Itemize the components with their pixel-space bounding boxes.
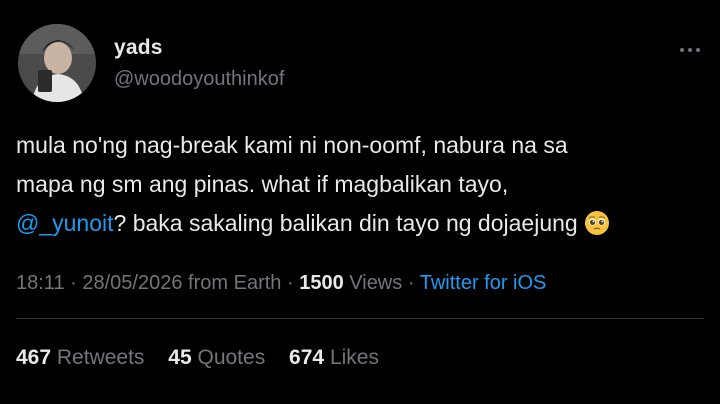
separator: ·	[407, 272, 415, 294]
quotes-count: 45	[168, 346, 192, 369]
quotes-label: Quotes	[197, 346, 266, 369]
tweet-line: mapa ng sm ang pinas. what if magbalikan…	[16, 171, 509, 197]
mention-link[interactable]: @_yunoit	[16, 210, 114, 236]
avatar[interactable]	[18, 24, 96, 102]
dot	[680, 48, 684, 52]
more-options-icon[interactable]	[680, 44, 708, 56]
client-link[interactable]: Twitter for iOS	[420, 272, 547, 294]
tweet-location: from Earth	[188, 272, 282, 294]
views-label[interactable]: Views	[349, 272, 402, 294]
likes-stat[interactable]: 674 Likes	[289, 346, 379, 369]
tweet-time[interactable]: 18:11	[16, 272, 65, 294]
profile-photo-icon	[18, 24, 96, 102]
likes-count: 674	[289, 346, 325, 369]
pleading-face-emoji-icon	[584, 211, 609, 235]
tweet-text: mula no'ng nag-break kami ni non-oomf, n…	[16, 126, 706, 243]
tweet-line: @_yunoit? baka sakaling balikan din tayo…	[16, 204, 706, 243]
divider	[16, 318, 704, 319]
tweet-line-rest: ? baka sakaling balikan din tayo ng doja…	[113, 210, 578, 236]
dot	[688, 48, 692, 52]
display-name[interactable]: yads	[114, 36, 163, 60]
tweet-stats: 467 Retweets 45 Quotes 674 Likes	[16, 346, 397, 370]
views-count[interactable]: 1500	[299, 272, 344, 294]
likes-label: Likes	[329, 346, 379, 369]
separator: ·	[286, 272, 294, 294]
tweet-line: mula no'ng nag-break kami ni non-oomf, n…	[16, 132, 568, 158]
retweets-stat[interactable]: 467 Retweets	[16, 346, 144, 369]
tweet-date[interactable]: 28/05/2026	[82, 272, 182, 294]
retweets-count: 467	[16, 346, 52, 369]
separator: ·	[70, 272, 77, 294]
quotes-stat[interactable]: 45 Quotes	[168, 346, 265, 369]
user-handle[interactable]: @woodoyouthinkof	[114, 68, 284, 91]
tweet-meta: 18:11 · 28/05/2026 from Earth · 1500 Vie…	[16, 272, 546, 295]
retweets-label: Retweets	[56, 346, 145, 369]
dot	[696, 48, 700, 52]
